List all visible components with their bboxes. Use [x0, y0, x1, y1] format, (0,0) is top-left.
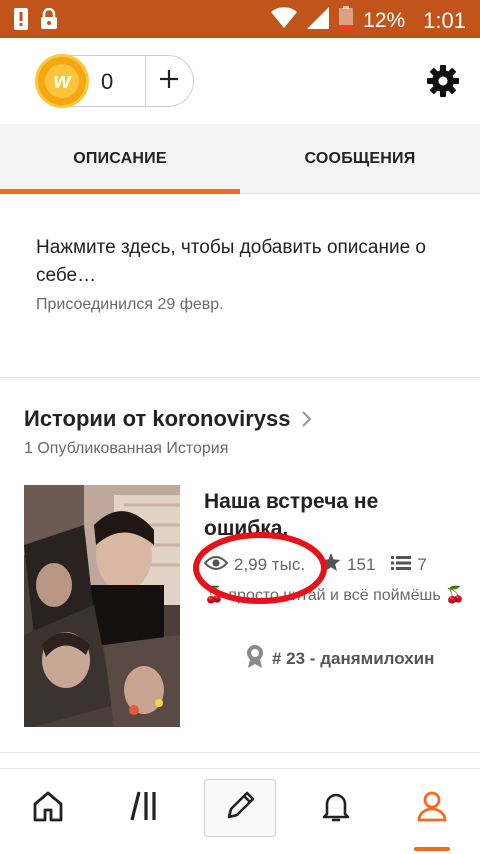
status-time: 1:01: [423, 8, 466, 33]
coin-count: 0: [101, 69, 114, 94]
story-rank[interactable]: # 23 - данямилохин: [246, 644, 434, 673]
nav-write[interactable]: [204, 779, 276, 837]
bottom-navigation: [0, 768, 480, 854]
chevron-right-icon: [299, 409, 315, 429]
browse-icon: [127, 789, 161, 828]
home-icon: [31, 789, 65, 828]
story-cover-image[interactable]: [24, 485, 180, 727]
add-coins-button[interactable]: [149, 64, 189, 98]
coin-wallet[interactable]: w 0: [35, 54, 194, 108]
signal-icon: [307, 7, 330, 35]
bell-icon: [319, 789, 353, 828]
lock-icon: [40, 7, 58, 35]
nav-profile[interactable]: [396, 779, 468, 837]
story-description-text: просто читай и всё поймёшь: [228, 587, 441, 604]
cherry-emoji: 🍒: [445, 587, 466, 604]
tab-messages[interactable]: СООБЩЕНИЯ: [240, 124, 480, 194]
coin-icon: w: [35, 54, 89, 108]
votes-count: 151: [347, 555, 376, 574]
section-divider: [0, 752, 480, 753]
pencil-icon: [223, 789, 257, 828]
stories-title: Истории от koronoviryss: [24, 406, 291, 431]
nav-home[interactable]: [12, 779, 84, 837]
cherry-emoji: 🍒: [204, 587, 224, 604]
views-stat: 2,99 тыс.: [203, 555, 306, 576]
views-count: 2,99 тыс.: [234, 555, 306, 574]
stories-header[interactable]: Истории от koronoviryss: [24, 406, 315, 432]
profile-description-section: Нажмите здесь, чтобы добавить описание о…: [0, 194, 480, 378]
coin-separator: [145, 56, 146, 106]
tab-description[interactable]: ОПИСАНИЕ: [0, 124, 240, 194]
battery-percent: 12%: [363, 9, 406, 32]
parts-count: 7: [417, 555, 427, 574]
active-nav-indicator: [414, 847, 450, 851]
story-description: 🍒 просто читай и всё поймёшь 🍒: [204, 584, 474, 632]
rank-text: # 23 - данямилохин: [272, 648, 435, 668]
votes-stat: 151: [321, 553, 375, 577]
story-title[interactable]: Наша встреча не ошибка.: [204, 488, 464, 542]
coin-letter: w: [45, 64, 79, 98]
nav-browse[interactable]: [108, 779, 180, 837]
plus-icon: [158, 68, 180, 95]
joined-date: Присоединился 29 февр.: [36, 296, 224, 313]
star-icon: [321, 553, 341, 577]
rank-badge-icon: [246, 644, 264, 673]
list-icon: [391, 555, 412, 576]
battery-icon: [339, 6, 354, 36]
alert-icon: [14, 8, 28, 35]
eye-icon: [203, 555, 229, 576]
stories-count: 1 Опубликованная История: [24, 440, 229, 457]
nav-notifications[interactable]: [300, 779, 372, 837]
profile-tabs: ОПИСАНИЕ СООБЩЕНИЯ: [0, 124, 480, 194]
settings-gear-icon[interactable]: [426, 64, 460, 98]
wifi-icon: [271, 7, 298, 35]
parts-stat: 7: [391, 555, 427, 576]
top-bar: w 0: [0, 38, 480, 124]
add-description-prompt[interactable]: Нажмите здесь, чтобы добавить описание о…: [36, 234, 456, 290]
profile-icon: [415, 789, 449, 828]
story-stats: 2,99 тыс. 151 7: [203, 553, 427, 577]
status-bar: 12% 1:01: [0, 0, 480, 38]
